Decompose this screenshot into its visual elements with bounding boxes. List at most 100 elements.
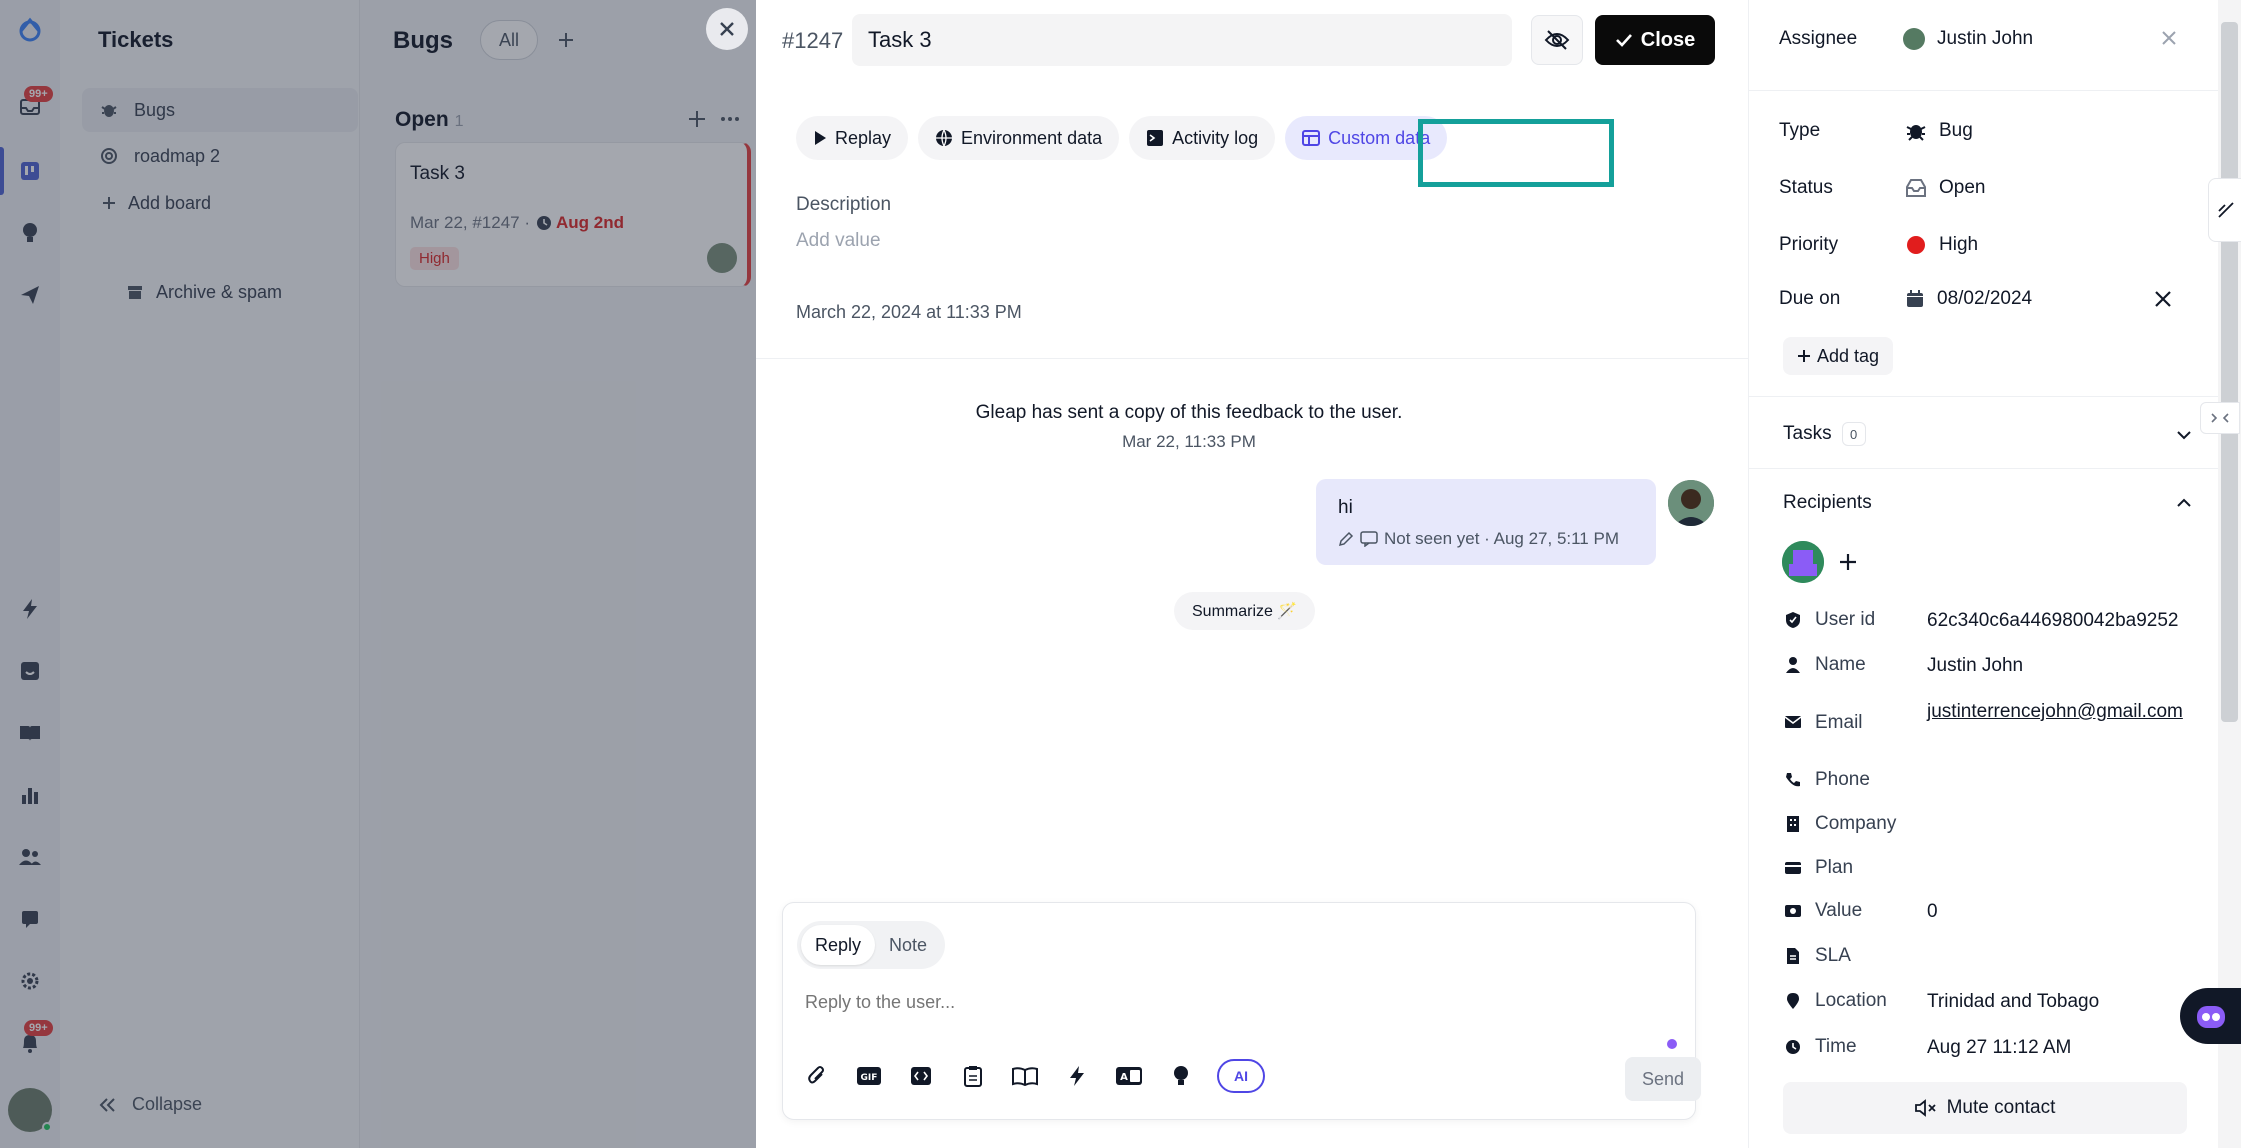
due-date-row[interactable]: Due on 08/02/2024 [1779, 288, 2032, 310]
priority-value: High [1939, 234, 1979, 255]
mode-reply-tab[interactable]: Reply [801, 925, 876, 965]
clipboard-icon[interactable] [957, 1060, 989, 1092]
reply-input[interactable] [803, 991, 1663, 1014]
lightbulb-icon[interactable] [1165, 1060, 1197, 1092]
message-text: hi [1338, 497, 1353, 518]
document-icon [1783, 946, 1803, 966]
tasks-section-header[interactable]: Tasks 0 [1783, 422, 1866, 446]
tab-replay[interactable]: Replay [796, 116, 909, 160]
terminal-icon [1147, 130, 1164, 146]
tab-activity-log[interactable]: Activity log [1129, 116, 1276, 160]
type-value: Bug [1939, 120, 1973, 141]
close-ticket-button[interactable]: Close [1595, 15, 1715, 65]
mute-contact-button[interactable]: Mute contact [1783, 1082, 2187, 1134]
recipients-section-header[interactable]: Recipients [1783, 492, 1872, 514]
due-label: Due on [1779, 288, 1841, 309]
type-label: Type [1779, 120, 1821, 141]
tab-environment-data[interactable]: Environment data [918, 116, 1120, 160]
summarize-button[interactable]: Summarize 🪄 [1174, 592, 1316, 630]
chevron-down-icon[interactable] [2173, 424, 2195, 446]
remove-assignee-icon[interactable] [2161, 30, 2177, 46]
mode-note-tab[interactable]: Note [875, 925, 941, 965]
contact-email: Email justinterrencejohn@gmail.com [1783, 700, 2189, 734]
location-pin-icon [1783, 991, 1803, 1011]
detail-tabs: Replay Environment data Activity log Cus… [796, 116, 1448, 160]
modal-backdrop[interactable] [0, 0, 756, 1148]
globe-icon [936, 129, 953, 147]
divider [1749, 396, 2219, 397]
name-value: Justin John [1927, 655, 2024, 676]
contact-time: Time Aug 27 11:12 AM [1783, 1036, 2189, 1060]
phone-icon [1783, 770, 1803, 790]
code-icon[interactable] [905, 1060, 937, 1092]
description-label: Description [796, 194, 892, 215]
close-modal-button[interactable] [706, 8, 748, 50]
type-row[interactable]: Type Bug [1779, 120, 1973, 142]
focus-highlight [1418, 119, 1614, 187]
translate-icon[interactable]: A [1113, 1060, 1145, 1092]
status-label: Status [1779, 177, 1833, 198]
collapse-panel-tab[interactable] [2200, 402, 2240, 434]
assignee-value: Justin John [1937, 28, 2034, 49]
attach-icon[interactable] [801, 1060, 833, 1092]
status-dot [1667, 1039, 1677, 1049]
name-label: Name [1815, 654, 1866, 675]
support-bot-launcher[interactable] [2180, 988, 2241, 1044]
shield-icon [1783, 610, 1803, 630]
system-message-time: Mar 22, 11:33 PM [1122, 432, 1256, 451]
system-message: Gleap has sent a copy of this feedback t… [975, 402, 1403, 423]
contact-phone: Phone [1783, 769, 1927, 791]
user-id-value: 62c340c6a446980042ba9252 [1927, 610, 2179, 631]
recipients-label: Recipients [1783, 492, 1872, 513]
clear-due-icon[interactable] [2153, 289, 2173, 309]
status-value: Open [1939, 177, 1986, 198]
ticket-title-input[interactable] [852, 14, 1512, 66]
company-label: Company [1815, 813, 1897, 834]
close-ticket-label: Close [1640, 28, 1696, 51]
location-value: Trinidad and Tobago [1927, 991, 2100, 1012]
ai-assist-button[interactable]: AI [1217, 1059, 1265, 1093]
priority-row[interactable]: Priority High [1779, 234, 1978, 256]
plus-icon [1840, 554, 1856, 570]
assignee-label: Assignee [1779, 28, 1858, 49]
message-meta: Not seen yet · Aug 27, 5:11 PM [1338, 529, 1619, 549]
vertical-scrollbar[interactable] [2218, 0, 2241, 1148]
open-book-icon[interactable] [1009, 1060, 1041, 1092]
email-value[interactable]: justinterrencejohn@gmail.com [1927, 700, 2189, 724]
chevron-up-icon[interactable] [2173, 492, 2195, 514]
value-label: Value [1815, 900, 1863, 921]
divider [756, 358, 1748, 359]
contact-location: Location Trinidad and Tobago [1783, 990, 2189, 1014]
created-timestamp: March 22, 2024 at 11:33 PM [796, 302, 1022, 322]
visibility-toggle-button[interactable] [1531, 15, 1583, 65]
description-input[interactable]: Add value [796, 230, 881, 252]
tab-label: Environment data [961, 127, 1103, 148]
contact-plan: Plan [1783, 857, 1927, 879]
clock-icon [1783, 1037, 1803, 1057]
speaker-mute-icon [1914, 1099, 1936, 1117]
bolt-icon[interactable] [1061, 1060, 1093, 1092]
recipient-avatar[interactable] [1782, 541, 1824, 583]
ticket-number: #1247 [782, 28, 844, 53]
location-label: Location [1815, 990, 1887, 1011]
scrollbar-thumb[interactable] [2221, 22, 2238, 722]
value-value: 0 [1927, 901, 1938, 922]
assignee-row[interactable]: Assignee Justin John [1779, 28, 2033, 50]
status-row[interactable]: Status Open [1779, 177, 1985, 199]
divider [1749, 90, 2219, 91]
chat-message: hi Not seen yet · Aug 27, 5:11 PM [1316, 479, 1656, 565]
close-icon [720, 22, 734, 36]
message-status: Not seen yet · Aug 27, 5:11 PM [1384, 529, 1619, 548]
reply-composer: Reply Note GIF A [782, 902, 1701, 1120]
send-button[interactable]: Send [1625, 1057, 1701, 1101]
tab-label: Activity log [1172, 127, 1259, 148]
svg-text:A: A [1120, 1072, 1128, 1083]
add-recipient-button[interactable] [1834, 548, 1862, 576]
gif-icon[interactable]: GIF [853, 1060, 885, 1092]
edge-widget-tab[interactable] [2208, 178, 2241, 242]
user-id-label: User id [1815, 609, 1876, 630]
composer-mode-switch: Reply Note [797, 921, 946, 969]
inbox-status-icon [1906, 179, 1926, 197]
add-tag-button[interactable]: Add tag [1783, 337, 1894, 375]
mute-contact-label: Mute contact [1946, 1097, 2056, 1118]
